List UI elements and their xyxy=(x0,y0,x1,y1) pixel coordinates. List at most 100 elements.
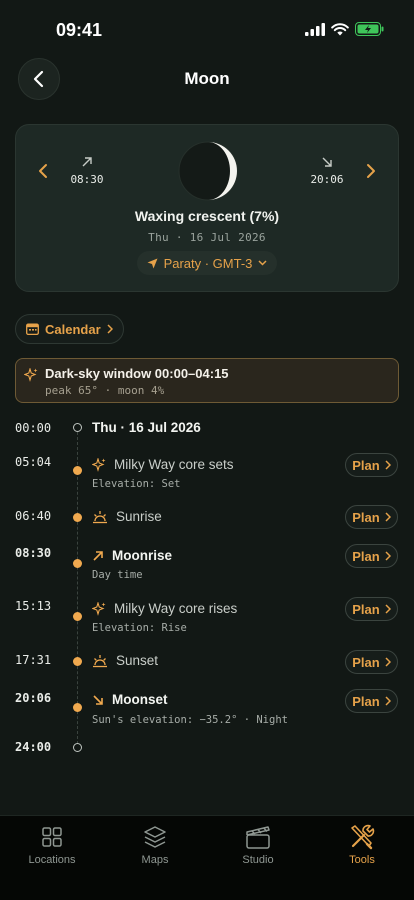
event-title-text: Sunset xyxy=(116,653,159,668)
plan-button[interactable]: Plan xyxy=(345,689,398,713)
event-time: 15:13 xyxy=(15,599,52,613)
event-title-text: Milky Way core rises xyxy=(114,601,238,616)
tab-tools[interactable]: Tools xyxy=(327,824,397,866)
tab-studio[interactable]: Studio xyxy=(223,824,293,866)
event-title-text: Moonrise xyxy=(112,548,173,563)
plan-label: Plan xyxy=(352,509,380,525)
plan-label: Plan xyxy=(352,654,380,670)
moonset-info: 20:06 xyxy=(310,155,344,186)
chevron-right-icon xyxy=(107,324,113,334)
event-title-text: Sunrise xyxy=(116,509,162,524)
calendar-button[interactable]: Calendar xyxy=(15,314,124,344)
dark-sky-subtitle: peak 65° · moon 4% xyxy=(45,384,165,397)
plan-button[interactable]: Plan xyxy=(345,544,398,568)
signal-icon xyxy=(305,22,325,36)
chevron-right-icon xyxy=(367,164,375,178)
moonrise-info: 08:30 xyxy=(70,155,104,186)
event-dot xyxy=(73,559,82,568)
plan-label: Plan xyxy=(352,693,380,709)
timeline-end-time: 24:00 xyxy=(15,740,52,754)
sunrise-icon xyxy=(93,510,107,523)
chevron-right-icon xyxy=(385,657,391,667)
event-dot xyxy=(73,612,82,621)
arrow-down-right-icon xyxy=(93,694,103,705)
sparkle-icon xyxy=(92,601,106,616)
plan-button[interactable]: Plan xyxy=(345,650,398,674)
tab-label: Maps xyxy=(141,854,169,866)
timeline-date-label: Thu · 16 Jul 2026 xyxy=(92,420,201,435)
plan-button[interactable]: Plan xyxy=(345,505,398,529)
location-selector[interactable]: Paraty · GMT-3 xyxy=(136,251,278,275)
tab-bar: Locations Maps Studio Tools xyxy=(0,815,414,900)
clapperboard-icon xyxy=(246,826,270,849)
chevron-right-icon xyxy=(385,696,391,706)
arrow-up-right-icon xyxy=(82,157,92,167)
event-subtitle: Sun's elevation: −35.2° · Night xyxy=(92,714,288,726)
sparkle-icon xyxy=(92,457,106,472)
plan-label: Plan xyxy=(352,457,380,473)
event-subtitle: Elevation: Rise xyxy=(92,622,187,634)
previous-day-button[interactable] xyxy=(38,159,48,185)
chevron-right-icon xyxy=(385,512,391,522)
moonrise-time: 08:30 xyxy=(70,173,104,186)
moonset-time: 20:06 xyxy=(310,173,344,186)
event-title: Milky Way core sets xyxy=(92,457,234,472)
status-icons xyxy=(305,22,384,36)
tools-icon xyxy=(351,824,375,850)
chevron-right-icon xyxy=(385,551,391,561)
location-arrow-icon xyxy=(147,258,158,268)
event-dot xyxy=(73,466,82,475)
chevron-right-icon xyxy=(385,604,391,614)
event-subtitle: Elevation: Set xyxy=(92,478,181,490)
event-dot xyxy=(73,703,82,712)
event-title: Moonrise xyxy=(92,548,172,563)
location-label: Paraty · GMT-3 xyxy=(163,255,253,271)
dark-sky-title: Dark-sky window 00:00–04:15 xyxy=(45,366,229,381)
wifi-icon xyxy=(331,22,349,35)
event-subtitle: Day time xyxy=(92,569,143,581)
event-time: 20:06 xyxy=(15,691,52,705)
grid-icon xyxy=(42,827,62,847)
event-time: 06:40 xyxy=(15,509,52,523)
plan-label: Plan xyxy=(352,601,380,617)
dark-sky-window-banner[interactable]: Dark-sky window 00:00–04:15 peak 65° · m… xyxy=(15,358,399,403)
timeline-start-dot xyxy=(73,423,82,432)
moon-card: 08:30 20:06 Waxing crescent (7%) Thu · 1… xyxy=(15,124,399,292)
timeline-end-dot xyxy=(73,743,82,752)
status-time: 09:41 xyxy=(56,20,103,40)
plan-label: Plan xyxy=(352,548,380,564)
tab-locations[interactable]: Locations xyxy=(17,824,87,866)
timeline-line xyxy=(77,432,78,744)
arrow-down-right-icon xyxy=(322,157,332,167)
sunset-icon xyxy=(93,654,107,667)
moon-date: Thu · 16 Jul 2026 xyxy=(148,231,266,244)
plan-button[interactable]: Plan xyxy=(345,453,398,477)
arrow-up-right-icon xyxy=(93,550,103,561)
moon-phase-icon xyxy=(178,141,238,201)
event-title: Moonset xyxy=(92,692,168,707)
tab-maps[interactable]: Maps xyxy=(120,824,190,866)
event-title-text: Moonset xyxy=(112,692,168,707)
event-title: Sunrise xyxy=(92,509,162,524)
tab-label: Studio xyxy=(242,854,274,866)
sparkle-icon xyxy=(24,368,38,382)
event-dot xyxy=(73,513,82,522)
next-day-button[interactable] xyxy=(366,159,376,185)
event-dot xyxy=(73,657,82,666)
tab-label: Locations xyxy=(28,854,76,866)
event-time: 05:04 xyxy=(15,455,52,469)
event-time: 17:31 xyxy=(15,653,52,667)
moon-phase-label: Waxing crescent (7%) xyxy=(134,208,280,224)
calendar-label: Calendar xyxy=(45,321,101,337)
event-title-text: Milky Way core sets xyxy=(114,457,234,472)
event-title: Milky Way core rises xyxy=(92,601,237,616)
event-time: 08:30 xyxy=(15,546,52,560)
calendar-icon xyxy=(26,323,39,335)
chevron-left-icon xyxy=(39,164,47,178)
layers-icon xyxy=(144,826,166,848)
battery-icon xyxy=(355,22,384,36)
plan-button[interactable]: Plan xyxy=(345,597,398,621)
chevron-down-icon xyxy=(258,260,267,266)
tab-label: Tools xyxy=(349,854,375,866)
timeline-start-time: 00:00 xyxy=(15,421,52,435)
